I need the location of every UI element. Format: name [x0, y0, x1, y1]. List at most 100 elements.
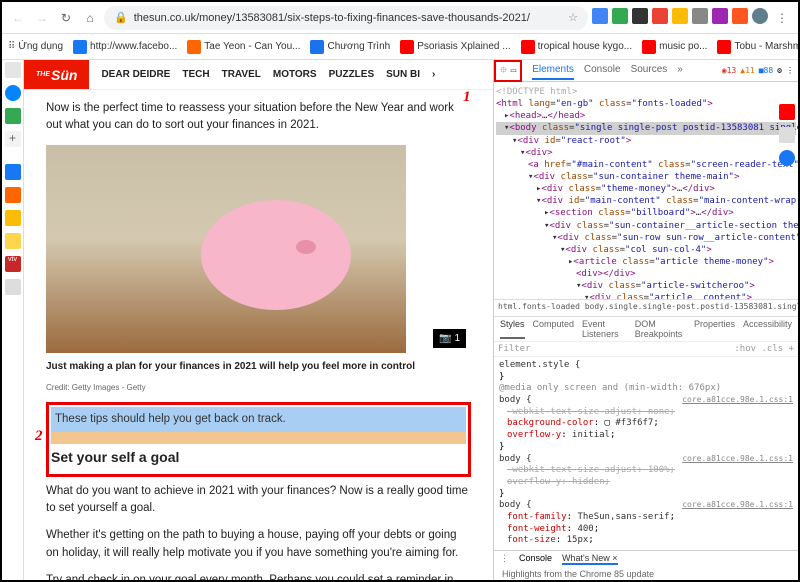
styles-tab-dom[interactable]: DOM Breakpoints — [635, 319, 686, 339]
elements-breadcrumb[interactable]: html.fonts-loaded body.single.single-pos… — [494, 299, 798, 317]
sidebar-icon[interactable] — [5, 187, 21, 203]
paragraph: Whether it's getting on the path to buyi… — [46, 527, 471, 562]
ext-icon[interactable] — [712, 8, 728, 24]
back-button[interactable]: ← — [8, 8, 28, 28]
devtools-panel: ⯐ ▭ Elements Console Sources » ◉13 ▲11 ■… — [493, 60, 798, 580]
tab-more[interactable]: » — [677, 61, 683, 80]
ext-icon[interactable] — [612, 8, 628, 24]
styles-pane[interactable]: element.style { } @media only screen and… — [494, 357, 798, 550]
annotation-2: 2 — [35, 428, 43, 445]
drawer-tab-whatsnew[interactable]: What's New × — [562, 553, 618, 565]
paragraph: Try and check in on your goal every mont… — [46, 572, 471, 580]
sidebar-icon[interactable] — [5, 210, 21, 226]
styles-tab-listeners[interactable]: Event Listeners — [582, 319, 627, 339]
left-sidebar: + vtv — [2, 60, 24, 580]
margin-highlight — [51, 432, 466, 444]
devtools-tabs: Elements Console Sources » — [522, 61, 683, 80]
sun-logo[interactable]: THE Sün — [24, 60, 89, 89]
reload-button[interactable]: ↻ — [56, 8, 76, 28]
tab-sources[interactable]: Sources — [631, 61, 668, 80]
site-nav: DEAR DEIDRE TECH TRAVEL MOTORS PUZZLES S… — [89, 69, 435, 80]
styles-filter[interactable]: Filter :hov .cls + — [494, 342, 798, 357]
device-icon[interactable]: ▭ — [511, 66, 516, 76]
image-caption: Just making a plan for your finances in … — [46, 359, 471, 374]
styles-tabs: Styles Computed Event Listeners DOM Brea… — [494, 317, 798, 342]
page-content: THE Sün DEAR DEIDRE TECH TRAVEL MOTORS P… — [24, 60, 493, 580]
styles-tab-a11y[interactable]: Accessibility — [743, 319, 792, 339]
ext-icon[interactable] — [672, 8, 688, 24]
lock-icon: 🔒 — [114, 11, 128, 24]
styles-tab-styles[interactable]: Styles — [500, 319, 525, 339]
annotation-1: 1 — [463, 89, 471, 106]
ext-icon[interactable] — [652, 8, 668, 24]
devtools-toolbar: ⯐ ▭ Elements Console Sources » ◉13 ▲11 ■… — [494, 60, 798, 82]
sidebar-icon[interactable] — [5, 164, 21, 180]
image-credit: Credit: Getty Images - Getty — [46, 382, 471, 394]
gear-icon[interactable]: ⚙ — [777, 66, 782, 75]
nav-item[interactable]: TECH — [182, 69, 209, 80]
add-icon[interactable]: + — [5, 131, 21, 147]
star-icon[interactable]: ☆ — [568, 11, 578, 24]
apps-button[interactable]: ⠿ Ứng dụng — [8, 41, 63, 52]
article-image: 📷 1 — [46, 145, 471, 353]
image-counter[interactable]: 📷 1 — [433, 329, 466, 348]
nav-item[interactable]: SUN BI — [386, 69, 420, 80]
sidebar-icon[interactable] — [779, 127, 795, 143]
ext-icon[interactable] — [632, 8, 648, 24]
nav-item[interactable]: TRAVEL — [222, 69, 261, 80]
sidebar-icon[interactable] — [5, 85, 21, 101]
inspect-highlighted: ⯐ ▭ — [494, 60, 522, 82]
nav-item[interactable]: DEAR DEIDRE — [101, 69, 170, 80]
bookmark-item[interactable]: Psoriasis Xplained ... — [400, 40, 510, 54]
browser-toolbar: ← → ↻ ⌂ 🔒 thesun.co.uk/money/13583081/si… — [2, 2, 798, 34]
menu-icon[interactable]: ⋮ — [772, 8, 792, 28]
styles-tab-props[interactable]: Properties — [694, 319, 735, 339]
paragraph: What do you want to achieve in 2021 with… — [46, 483, 471, 518]
bookmark-item[interactable]: Tae Yeon - Can You... — [187, 40, 300, 54]
sidebar-icon[interactable] — [779, 150, 795, 166]
camera-icon: 📷 — [439, 331, 451, 346]
bookmark-item[interactable]: http://www.facebo... — [73, 40, 177, 54]
heading-set-goal: Set your self a goal — [51, 447, 466, 468]
sidebar-icon[interactable] — [5, 279, 21, 295]
article-body: Now is the perfect time to reassess your… — [24, 90, 493, 580]
bookmark-item[interactable]: music po... — [642, 40, 707, 54]
nav-item[interactable]: PUZZLES — [329, 69, 375, 80]
extension-icons: ⋮ — [592, 8, 792, 28]
bookmark-item[interactable]: Chương Trình — [310, 40, 390, 54]
ext-icon[interactable] — [732, 8, 748, 24]
address-bar[interactable]: 🔒 thesun.co.uk/money/13583081/six-steps-… — [104, 6, 588, 30]
devtools-badges[interactable]: ◉13 ▲11 ■88 ⚙ ⋮ — [722, 66, 798, 75]
sidebar-icon[interactable] — [5, 233, 21, 249]
sidebar-icon[interactable] — [779, 104, 795, 120]
styles-tab-computed[interactable]: Computed — [533, 319, 575, 339]
tab-console[interactable]: Console — [584, 61, 621, 80]
home-button[interactable]: ⌂ — [80, 8, 100, 28]
nav-item[interactable]: MOTORS — [273, 69, 317, 80]
devtools-drawer: ⋮ Console What's New × Highlights from t… — [494, 550, 798, 580]
ext-icon[interactable] — [592, 8, 608, 24]
inspect-icon[interactable]: ⯐ — [500, 63, 507, 79]
tab-elements[interactable]: Elements — [532, 61, 574, 80]
apps-icon: ⠿ — [8, 41, 15, 52]
site-header: THE Sün DEAR DEIDRE TECH TRAVEL MOTORS P… — [24, 60, 493, 90]
chevron-right-icon[interactable]: › — [432, 69, 435, 80]
url-text: thesun.co.uk/money/13583081/six-steps-to… — [134, 12, 562, 24]
drawer-tab-console[interactable]: Console — [519, 553, 552, 565]
sidebar-icon[interactable]: vtv — [5, 256, 21, 272]
avatar-icon[interactable] — [752, 8, 768, 24]
piggy-bank-image — [46, 145, 406, 353]
elements-tree[interactable]: <!DOCTYPE html> <html lang="en-gb" class… — [494, 82, 798, 299]
bookmarks-bar: ⠿ Ứng dụng http://www.facebo... Tae Yeon… — [2, 34, 798, 60]
intro-text: These tips should help you get back on t… — [51, 407, 466, 432]
highlighted-selection: These tips should help you get back on t… — [46, 402, 471, 477]
sidebar-icon[interactable] — [5, 62, 21, 78]
bookmark-item[interactable]: tropical house kygo... — [521, 40, 633, 54]
sidebar-icon[interactable] — [5, 108, 21, 124]
ext-icon[interactable] — [692, 8, 708, 24]
bookmark-item[interactable]: Tobu - Marshmellow... — [717, 40, 798, 54]
right-edge-icons — [779, 104, 795, 166]
lead-paragraph: Now is the perfect time to reassess your… — [46, 100, 471, 135]
forward-button[interactable]: → — [32, 8, 52, 28]
close-icon[interactable]: ⋮ — [786, 66, 794, 75]
